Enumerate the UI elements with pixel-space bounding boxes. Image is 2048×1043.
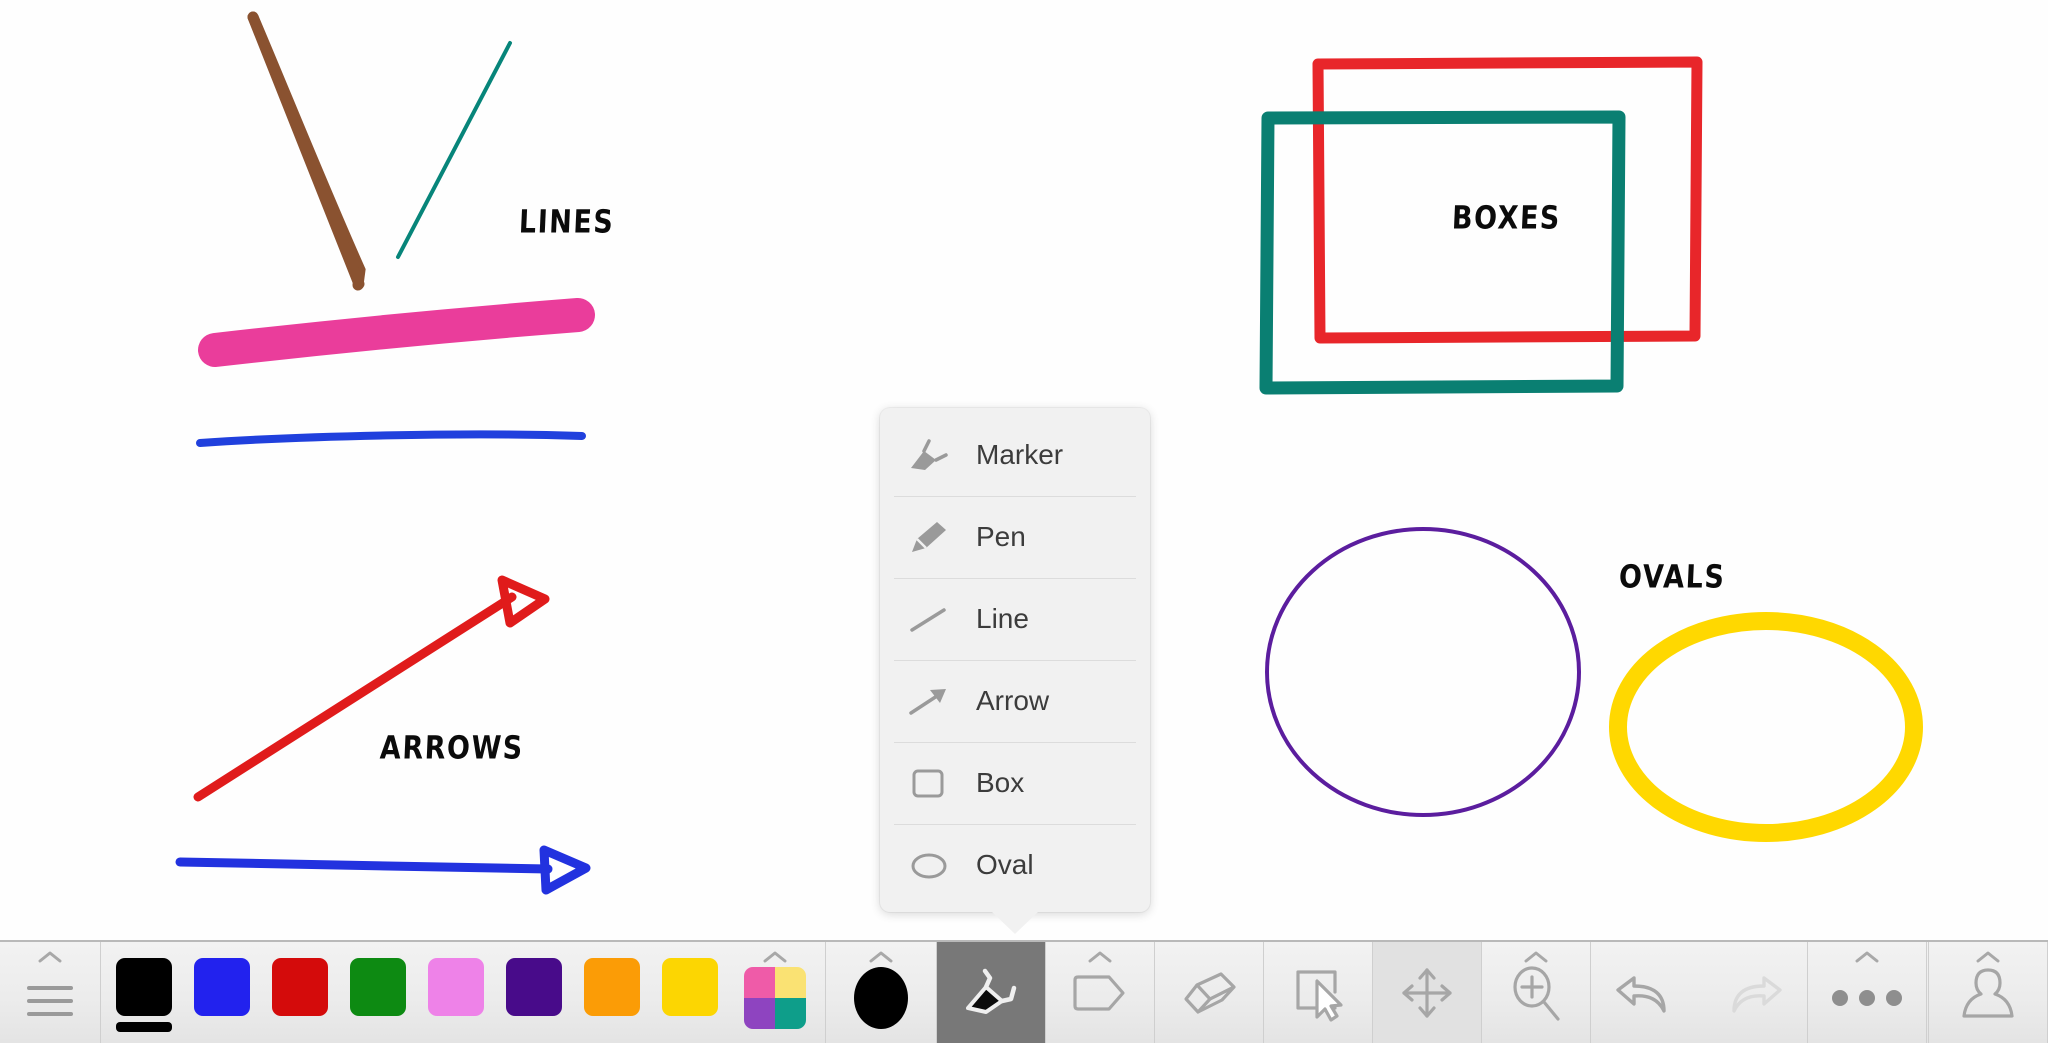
line-icon [902, 596, 958, 642]
color-swatch-green-chip [350, 957, 406, 1016]
canvas-label-boxes: BOXES [1451, 200, 1562, 237]
color-swatch-yellow-chip [662, 957, 718, 1016]
chevron-up-icon [762, 950, 788, 964]
color-selected-indicator [116, 1021, 172, 1032]
zoom-tool-button[interactable] [1482, 942, 1590, 1043]
pen-icon [902, 514, 958, 560]
drawing-yellow-oval[interactable] [1609, 612, 1923, 842]
arrow-icon [902, 678, 958, 724]
menu-button[interactable] [0, 942, 100, 1043]
canvas-label-ovals: OVALS [1618, 559, 1727, 596]
undo-arrow-icon [1612, 966, 1678, 1020]
color-swatch-black-chip [116, 957, 172, 1016]
drawing-red-arrow-head [497, 575, 550, 628]
popup-item-pen-label: Pen [976, 521, 1026, 552]
color-swatch-black[interactable] [105, 942, 183, 1043]
color-swatch-blue[interactable] [183, 942, 261, 1043]
magnifier-plus-icon [1505, 962, 1567, 1024]
select-cursor-icon [1287, 964, 1349, 1022]
color-swatch-purple[interactable] [495, 942, 573, 1043]
color-swatch-blue-chip [194, 957, 250, 1016]
undo-button[interactable] [1591, 942, 1699, 1043]
color-underline-yellow [662, 1022, 718, 1032]
eraser-tool-button[interactable] [1155, 942, 1263, 1043]
color-swatch-pink[interactable] [417, 942, 495, 1043]
color-swatch-purple-chip [506, 957, 562, 1016]
move-tool-button[interactable] [1373, 942, 1481, 1043]
popup-item-oval[interactable]: Oval [880, 824, 1150, 906]
color-underline-green [350, 1022, 406, 1032]
popup-item-pen[interactable]: Pen [880, 496, 1150, 578]
color-swatch-group [101, 942, 825, 1043]
hamburger-icon [27, 985, 73, 1016]
shape-tool-button[interactable] [1046, 942, 1154, 1043]
popup-item-box[interactable]: Box [880, 742, 1150, 824]
pentagon-icon [1069, 968, 1131, 1018]
color-underline-pink [428, 1022, 484, 1032]
popup-item-line-label: Line [976, 603, 1029, 634]
more-options-button[interactable] [1808, 942, 1926, 1043]
chevron-up-icon [1087, 950, 1113, 964]
popup-item-oval-label: Oval [976, 849, 1034, 880]
popup-item-arrow[interactable]: Arrow [880, 660, 1150, 742]
color-swatch-red[interactable] [261, 942, 339, 1043]
popup-item-arrow-label: Arrow [976, 685, 1050, 716]
color-swatch-orange[interactable] [573, 942, 651, 1043]
color-underline-orange [584, 1022, 640, 1032]
chevron-up-icon [37, 950, 63, 964]
popup-item-marker[interactable]: Marker [880, 414, 1150, 496]
chevron-up-icon [1523, 950, 1549, 964]
bottom-toolbar [0, 940, 2048, 1043]
drawing-brown-diagonal-line-b [247, 11, 365, 290]
drawing-purple-oval[interactable] [1265, 527, 1581, 817]
redo-button[interactable] [1699, 942, 1807, 1043]
drawing-blue-arrow-shaft[interactable] [175, 857, 553, 874]
person-icon [1956, 962, 2020, 1024]
ellipsis-icon [1832, 989, 1902, 1006]
chevron-up-icon [1975, 950, 2001, 964]
color-swatch-green[interactable] [339, 942, 417, 1043]
drawing-magenta-thick-line[interactable] [198, 298, 595, 367]
color-palette-button[interactable] [729, 942, 821, 1043]
color-underline-red [272, 1022, 328, 1032]
chevron-up-icon [1854, 950, 1880, 964]
popup-item-line[interactable]: Line [880, 578, 1150, 660]
color-swatch-orange-chip [584, 957, 640, 1016]
filled-circle-icon [854, 966, 908, 1029]
tool-options-popup: Marker Pen Line Arrow Box Oval [880, 408, 1150, 934]
color-swatch-red-chip [272, 957, 328, 1016]
marker-tool-button[interactable] [937, 942, 1045, 1043]
marker-icon [902, 432, 958, 478]
popup-item-box-label: Box [976, 767, 1025, 798]
color-swatch-pink-chip [428, 957, 484, 1016]
drawing-red-arrow-shaft[interactable] [193, 592, 517, 802]
color-underline-blue [194, 1022, 250, 1032]
redo-arrow-icon [1720, 966, 1786, 1020]
stroke-width-button[interactable] [826, 942, 936, 1043]
canvas-label-arrows: ARROWS [379, 730, 525, 767]
oval-icon [902, 842, 958, 888]
popup-item-marker-label: Marker [976, 439, 1064, 470]
chevron-up-icon [868, 950, 894, 964]
palette-grid-icon [744, 966, 806, 1029]
whiteboard-app: LINES BOXES ARROWS OVALS Marker Pen Line… [0, 0, 2048, 1043]
select-tool-button[interactable] [1264, 942, 1372, 1043]
drawing-blue-straight-line[interactable] [196, 430, 586, 447]
account-button[interactable] [1929, 942, 2047, 1043]
box-icon [902, 760, 958, 806]
move-arrows-icon [1396, 964, 1458, 1022]
drawing-teal-diagonal-line[interactable] [396, 41, 512, 259]
eraser-icon [1178, 965, 1240, 1021]
color-swatch-yellow[interactable] [651, 942, 729, 1043]
color-underline-purple [506, 1022, 562, 1032]
marker-icon [959, 964, 1023, 1022]
canvas-label-lines: LINES [518, 204, 616, 241]
